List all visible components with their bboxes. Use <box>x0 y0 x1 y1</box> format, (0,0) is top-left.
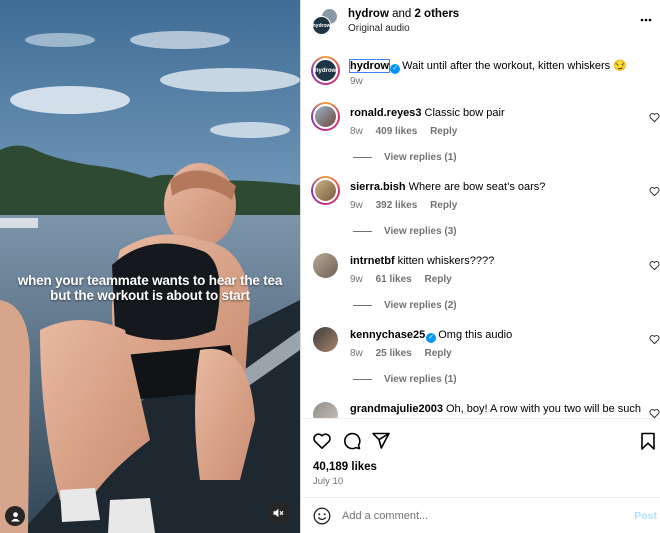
heart-icon[interactable] <box>649 334 660 345</box>
heart-icon[interactable] <box>312 431 332 451</box>
send-icon[interactable] <box>371 431 391 451</box>
comment-meta: 9w 61 likes Reply <box>350 274 462 285</box>
reply-button[interactable]: Reply <box>425 274 452 285</box>
comment-likes[interactable]: 61 likes <box>376 274 412 285</box>
comment-text: intrnetbf kitten whiskers???? <box>350 255 494 267</box>
verified-badge-icon: ✓ <box>426 333 437 343</box>
comment-text: grandmajulie2003 Oh, boy! A row with you … <box>350 403 641 415</box>
comment-avatar-ring[interactable] <box>311 176 340 205</box>
comment-avatar-ring[interactable] <box>311 102 340 131</box>
action-bar: 40,189 likes July 10 <box>301 418 660 496</box>
view-replies-button[interactable]: View replies (1) <box>350 152 457 163</box>
brand-avatar: hydrow <box>312 16 331 35</box>
caption-time: 9w <box>350 76 363 87</box>
caption-line-1: when your teammate wants to hear the tea <box>17 273 283 288</box>
comment-time: 9w <box>350 274 363 285</box>
likes-count[interactable]: 40,189 likes <box>313 461 377 473</box>
comment-likes[interactable]: 25 likes <box>376 348 412 359</box>
replies-divider <box>353 230 372 232</box>
owner-username[interactable]: hydrow <box>348 8 389 20</box>
reply-button[interactable]: Reply <box>430 126 457 137</box>
view-replies-label: View replies (2) <box>384 300 457 311</box>
comment-likes[interactable]: 409 likes <box>376 126 418 137</box>
comment-time: 9w <box>350 200 363 211</box>
more-horizontal-icon <box>640 18 652 22</box>
bookmark-icon[interactable] <box>638 431 658 451</box>
emoji-icon[interactable] <box>312 506 332 526</box>
others-link[interactable]: 2 others <box>414 8 459 20</box>
comments-list[interactable]: hydrow hydrow ✓ Wait until after the worko… <box>301 44 660 418</box>
heart-icon[interactable] <box>649 260 660 271</box>
replies-divider <box>353 304 372 306</box>
comment-username[interactable]: intrnetbf <box>350 255 395 267</box>
reply-button[interactable]: Reply <box>430 200 457 211</box>
heart-icon[interactable] <box>649 112 660 123</box>
video-frame <box>0 0 300 533</box>
tagged-users-button[interactable] <box>5 506 25 526</box>
avatar <box>313 104 338 129</box>
speaker-muted-icon <box>273 508 284 518</box>
caption-text: hydrow ✓ Wait until after the workout, kit… <box>348 59 627 74</box>
comment-time: 8w <box>350 348 363 359</box>
person-icon <box>10 511 20 522</box>
comment-likes[interactable]: 392 likes <box>376 200 418 211</box>
comment-username[interactable]: sierra.bish <box>350 181 406 193</box>
comment-body: Omg this audio <box>438 329 513 341</box>
verified-badge-icon: ✓ <box>390 64 401 74</box>
comment-body: kitten whiskers???? <box>397 255 495 267</box>
post-date: July 10 <box>313 476 344 487</box>
collab-avatars[interactable]: hydrow <box>312 8 338 35</box>
avatar[interactable] <box>313 327 338 352</box>
caption-line-2: but the workout is about to start <box>50 288 250 303</box>
view-replies-button[interactable]: View replies (2) <box>350 300 457 311</box>
view-replies-label: View replies (1) <box>384 152 457 163</box>
comment-input[interactable] <box>342 507 622 525</box>
comment-icon[interactable] <box>342 431 362 451</box>
caption-meta: 9w <box>350 76 373 87</box>
more-options-button[interactable] <box>638 12 654 28</box>
audio-link[interactable]: Original audio <box>348 23 410 34</box>
comment-text: kennychase25 ✓ Omg this audio <box>350 329 512 343</box>
post-button[interactable]: Post <box>634 510 657 522</box>
comment-body: Classic bow pair <box>424 107 505 119</box>
comment-meta: 8w 409 likes Reply <box>350 126 467 137</box>
view-replies-label: View replies (1) <box>384 374 457 385</box>
view-replies-label: View replies (3) <box>384 226 457 237</box>
comment-body: Oh, boy! A row with you two will be such <box>445 403 641 415</box>
comment-meta: 9w 392 likes Reply <box>350 200 467 211</box>
brand-avatar-text: hydrow <box>312 22 331 29</box>
comment-meta: 8w 25 likes Reply <box>350 348 462 359</box>
comment-text: ronald.reyes3 Classic bow pair <box>350 107 505 119</box>
comment-time: 8w <box>350 126 363 137</box>
comment-username[interactable]: kennychase25 <box>350 329 425 341</box>
comment-username[interactable]: ronald.reyes3 <box>350 107 422 119</box>
caption-avatar: hydrow <box>313 58 338 83</box>
comment-text: sierra.bish Where are bow seat’s oars? <box>350 181 545 193</box>
owners-connector: and <box>388 8 415 20</box>
avatar[interactable] <box>313 253 338 278</box>
caption-avatar-text: hydrow <box>314 67 337 74</box>
comment-body: Where are bow seat’s oars? <box>408 181 546 193</box>
comment-composer: Post <box>301 497 660 533</box>
post-header: hydrow hydrow and 2 others Original audi… <box>301 0 660 42</box>
post-owners[interactable]: hydrow and 2 others <box>348 8 459 20</box>
mute-toggle-button[interactable] <box>267 502 289 524</box>
replies-divider <box>353 156 372 158</box>
replies-divider <box>353 378 372 380</box>
avatar[interactable] <box>313 402 338 418</box>
video-player[interactable]: when your teammate wants to hear the tea… <box>0 0 300 533</box>
post-panel: hydrow hydrow and 2 others Original audi… <box>300 0 660 533</box>
avatar <box>313 178 338 203</box>
heart-icon[interactable] <box>649 408 660 418</box>
view-replies-button[interactable]: View replies (3) <box>350 226 457 237</box>
view-replies-button[interactable]: View replies (1) <box>350 374 457 385</box>
caption-body: Wait until after the workout, kitten whi… <box>402 60 627 72</box>
reply-button[interactable]: Reply <box>425 348 452 359</box>
caption-username[interactable]: hydrow <box>348 59 391 73</box>
reel-viewer: when your teammate wants to hear the tea… <box>0 0 660 533</box>
comment-username[interactable]: grandmajulie2003 <box>350 403 443 415</box>
caption-avatar-ring[interactable]: hydrow <box>311 56 340 85</box>
heart-icon[interactable] <box>649 186 660 197</box>
